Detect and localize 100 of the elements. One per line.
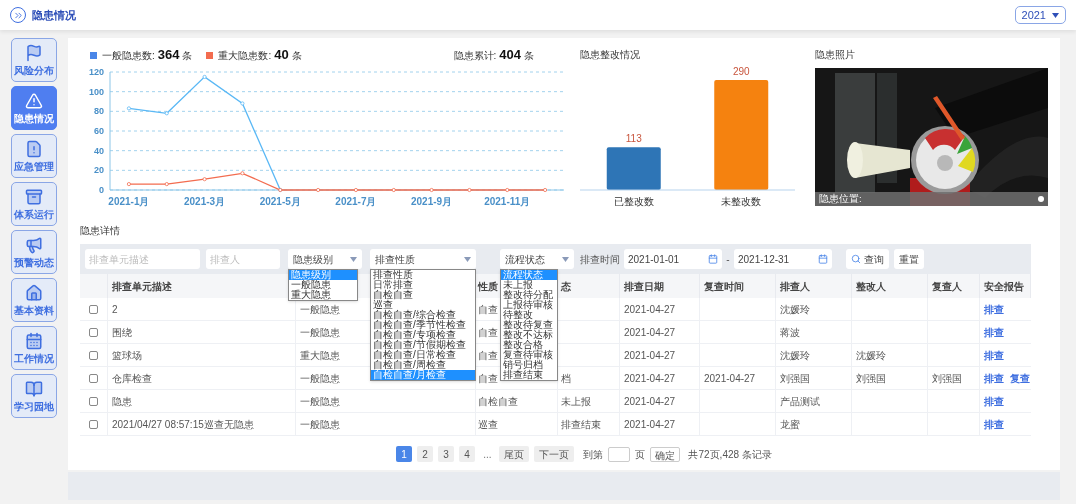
legend-count: 364 [157, 46, 180, 65]
search-icon [851, 254, 861, 264]
row-checkbox[interactable] [89, 373, 98, 383]
row-checkbox[interactable] [89, 327, 98, 337]
sidebar-item[interactable]: 应急管理 [11, 134, 57, 178]
row-checkbox[interactable] [89, 419, 98, 429]
reset-button[interactable]: 重置 [894, 249, 924, 269]
megaphone-icon [25, 236, 43, 254]
date-field[interactable]: 2021-01-01 [624, 249, 722, 269]
flag-icon [25, 44, 43, 62]
calendar-icon [25, 332, 43, 350]
sidebar-item[interactable]: 基本资料 [11, 278, 57, 322]
page-button[interactable]: 2 [417, 446, 434, 462]
report-link[interactable]: 排查 [984, 416, 1004, 432]
location-label: 隐患位置: [819, 191, 862, 206]
legend-label: 一般隐患数: [102, 48, 155, 63]
table-cell-text: 沈媛玲 [780, 302, 810, 317]
dropdown-option[interactable]: 上报待审核 [501, 300, 557, 310]
date-field[interactable]: 2021-12-31 [734, 249, 832, 269]
table-cell-text: 2021-04-27 [624, 302, 676, 317]
data-point [126, 106, 131, 111]
dropdown-option[interactable]: 自检自查/专项检查 [371, 330, 475, 340]
confirm-button[interactable]: 确定 [650, 446, 681, 462]
filter-select[interactable]: 排查性质 [370, 249, 476, 269]
table-cell-text: 自查 [478, 371, 498, 386]
y-tick-label: 100 [88, 86, 104, 97]
dropdown-option[interactable]: 复查待审核 [501, 350, 557, 360]
column-header: 复查人 [932, 279, 962, 294]
data-point [391, 188, 396, 192]
table-cell-text: 产品测试 [780, 394, 820, 409]
search-button[interactable]: 查询 [846, 249, 889, 269]
dropdown-option[interactable]: 整改待复查 [501, 320, 557, 330]
last-page-button[interactable]: 尾页 [499, 446, 530, 462]
y-tick-label: 60 [94, 126, 104, 136]
table-cell-text: 自检自查 [478, 394, 518, 409]
row-checkbox[interactable] [89, 396, 98, 406]
column-header: 整改人 [856, 279, 886, 294]
page-button[interactable]: 1 [396, 446, 413, 462]
filter-select[interactable]: 流程状态 [500, 249, 574, 269]
table-cell-text: 2021-04-27 [624, 348, 676, 363]
page-button[interactable]: 4 [459, 446, 476, 462]
sidebar-item[interactable]: 工作情况 [11, 326, 57, 370]
dropdown-option[interactable]: 自检自查/周检查 [371, 360, 475, 370]
legend-label: 重大隐患数: [218, 48, 272, 63]
dropdown-option[interactable]: 巡查 [371, 300, 475, 310]
dropdown-option[interactable]: 自检自查/节假期检查 [371, 340, 475, 350]
table-cell-text: 刘强国 [780, 371, 810, 386]
dropdown-option[interactable]: 自检自查/综合检查 [371, 310, 475, 320]
sidebar-item[interactable]: 预警动态 [11, 230, 57, 274]
table-cell-text: 排查结束 [561, 417, 601, 432]
report-link[interactable]: 排查 [984, 393, 1004, 409]
data-point [126, 182, 131, 187]
range-separator: - [725, 252, 731, 267]
dropdown-option[interactable]: 排查性质 [371, 270, 475, 280]
dropdown-option[interactable]: 日常排查 [371, 280, 475, 290]
data-point [240, 171, 245, 176]
table-cell-text: 档 [561, 371, 571, 386]
calendar-icon [818, 254, 828, 264]
page-title: 隐患情况 [32, 7, 76, 23]
bar-value-label: 113 [625, 133, 642, 145]
page-button[interactable]: 3 [438, 446, 455, 462]
data-point [543, 188, 548, 192]
row-checkbox[interactable] [89, 350, 98, 360]
page-input[interactable] [608, 446, 631, 462]
report-link[interactable]: 排查 [984, 324, 1004, 340]
bar-value-label: 290 [732, 66, 750, 77]
dropdown-option[interactable]: 整改不达标 [501, 330, 557, 340]
dropdown-option[interactable]: 销号归档 [501, 360, 557, 370]
filter-select[interactable]: 隐患级别 [288, 249, 362, 269]
report-link[interactable]: 复查 [1010, 370, 1030, 386]
book-icon [25, 380, 43, 398]
dropdown-option[interactable]: 自检自查/季节性检查 [371, 320, 475, 330]
dropdown-option[interactable]: 自检自查/日常检查 [371, 350, 475, 360]
column-header: 安全报告 [984, 279, 1024, 294]
table-cell-text: 沈媛玲 [856, 348, 886, 363]
dropdown-option[interactable]: 自检自查 [371, 290, 475, 300]
sidebar-item[interactable]: 学习园地 [11, 374, 57, 418]
dropdown-option[interactable]: 整改待分配 [501, 290, 557, 300]
dropdown-option[interactable]: 待整改 [501, 310, 557, 320]
report-link[interactable]: 排查 [984, 347, 1004, 363]
y-tick-label: 20 [94, 165, 104, 176]
sidebar-item[interactable]: 风险分布 [11, 38, 57, 82]
row-checkbox[interactable] [89, 304, 98, 314]
report-link[interactable]: 排查 [984, 301, 1004, 317]
legend-count: 40 [274, 46, 289, 65]
record-total: 共72页,428 条记录 [688, 447, 772, 462]
sidebar-item[interactable]: 体系运行 [11, 182, 57, 226]
section-title: 隐患照片 [815, 48, 856, 62]
dropdown-option[interactable]: 重大隐患 [289, 290, 357, 300]
report-link[interactable]: 排查 [984, 370, 1004, 386]
dropdown-option[interactable]: 整改合格 [501, 340, 557, 350]
sidebar-item[interactable]: 隐患情况 [11, 86, 57, 130]
next-page-button[interactable]: 下一页 [534, 446, 575, 462]
archive-icon [25, 188, 43, 206]
year-select[interactable]: 2021 [1014, 6, 1066, 24]
dropdown-option[interactable]: 排查结束 [501, 370, 557, 380]
dropdown-option[interactable]: 一般隐患 [289, 280, 357, 290]
dropdown-option[interactable]: 未上报 [501, 280, 557, 290]
y-tick-label: 40 [94, 145, 104, 156]
total-label: 隐患累计: [453, 48, 497, 63]
